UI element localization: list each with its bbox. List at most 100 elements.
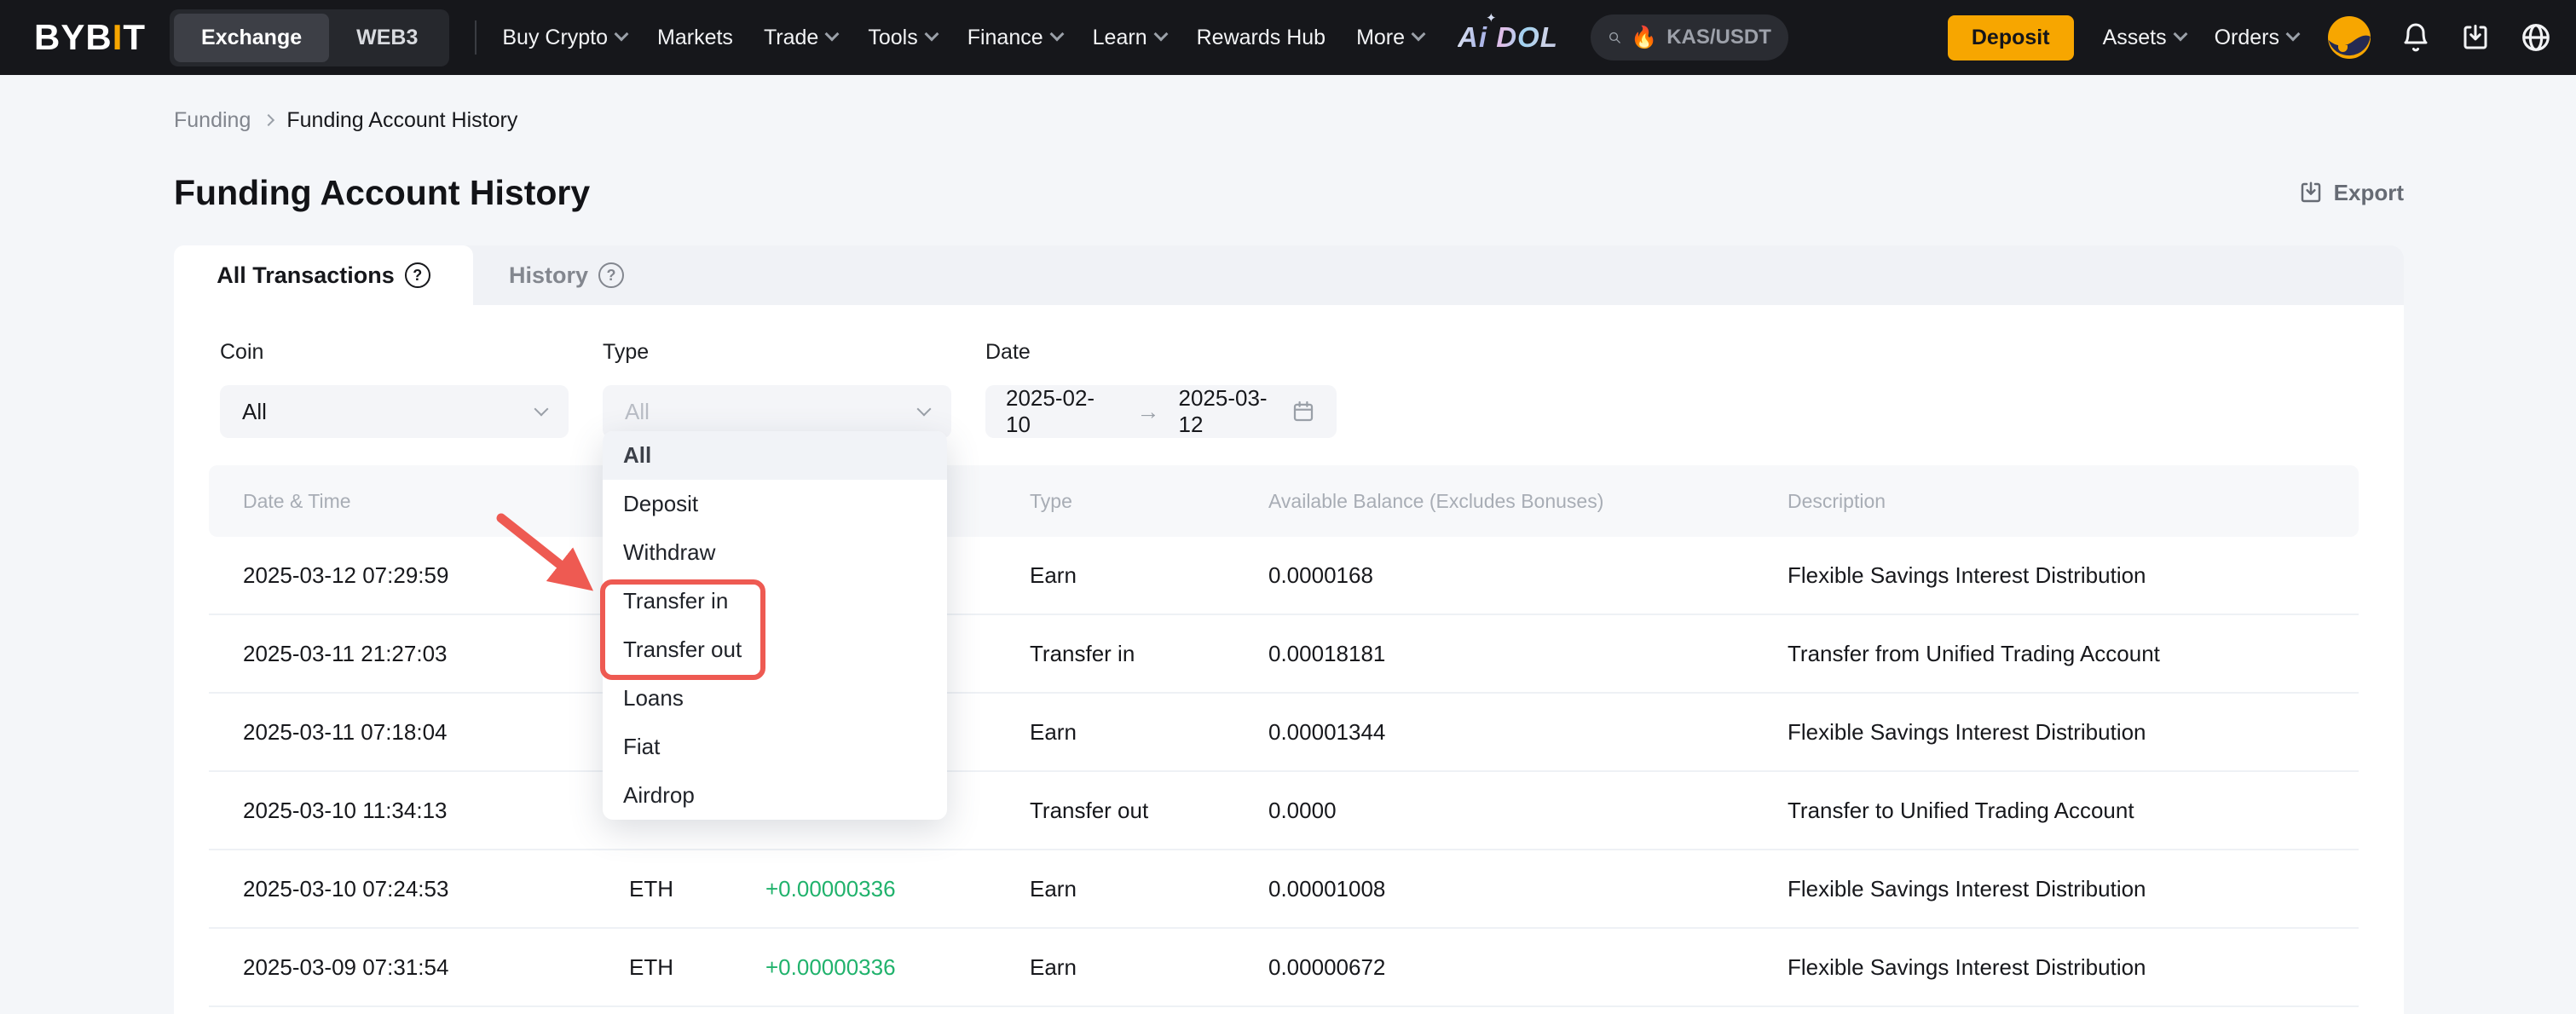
orders-menu[interactable]: Orders bbox=[2215, 26, 2298, 50]
header-type: Type bbox=[1030, 490, 1268, 513]
dropdown-option-deposit[interactable]: Deposit bbox=[603, 480, 947, 528]
nav-link-trade[interactable]: Trade bbox=[764, 26, 837, 50]
dropdown-option-airdrop[interactable]: Airdrop bbox=[603, 771, 947, 820]
dropdown-option-fiat[interactable]: Fiat bbox=[603, 723, 947, 771]
table-row: 2025-03-10 07:24:53 ETH +0.00000336 Earn… bbox=[209, 850, 2359, 929]
cell-balance: 0.0000168 bbox=[1268, 562, 1788, 589]
cell-description: Transfer from Unified Trading Account bbox=[1788, 641, 2359, 667]
table-row: 2025-03-10 11:34:13 Transfer out 0.0000 … bbox=[209, 772, 2359, 850]
cell-description: Flexible Savings Interest Distribution bbox=[1788, 719, 2359, 746]
main-nav-links: Buy Crypto Markets Trade Tools Finance L… bbox=[502, 26, 1424, 50]
cell-datetime: 2025-03-10 11:34:13 bbox=[243, 798, 629, 824]
nav-link-tools[interactable]: Tools bbox=[868, 26, 936, 50]
table-row: 2025-03-09 07:31:54 ETH +0.00000336 Earn… bbox=[209, 929, 2359, 1007]
assets-menu[interactable]: Assets bbox=[2103, 26, 2186, 50]
nav-link-learn[interactable]: Learn bbox=[1093, 26, 1166, 50]
info-icon[interactable]: ? bbox=[405, 262, 430, 288]
nav-link-finance[interactable]: Finance bbox=[967, 26, 1062, 50]
type-filter-group: Type All bbox=[603, 339, 951, 438]
type-select[interactable]: All bbox=[603, 385, 951, 438]
search-pair-label: KAS/USDT bbox=[1666, 26, 1771, 49]
header-description: Description bbox=[1788, 490, 2359, 513]
cell-amount: +0.00000336 bbox=[765, 954, 1030, 981]
nav-link-markets[interactable]: Markets bbox=[657, 26, 733, 50]
cell-coin: ETH bbox=[629, 954, 765, 981]
navbar-right: Deposit Assets Orders bbox=[1948, 15, 2552, 60]
deposit-button[interactable]: Deposit bbox=[1948, 15, 2074, 60]
table-row: 2025-03-12 07:29:59 Earn 0.0000168 Flexi… bbox=[209, 537, 2359, 615]
aidol-logo[interactable]: Ai DOL✦ bbox=[1458, 21, 1558, 54]
logo-accent: I bbox=[113, 17, 124, 57]
date-range-picker[interactable]: 2025-02-10 → 2025-03-12 bbox=[985, 385, 1337, 438]
cell-description: Flexible Savings Interest Distribution bbox=[1788, 954, 2359, 981]
dropdown-option-withdraw[interactable]: Withdraw bbox=[603, 528, 947, 577]
breadcrumb-funding[interactable]: Funding bbox=[174, 107, 251, 133]
coin-select[interactable]: All bbox=[220, 385, 569, 438]
export-icon bbox=[2298, 180, 2324, 205]
search-icon bbox=[1608, 26, 1621, 49]
star-icon: ✦ bbox=[1486, 10, 1498, 26]
chevron-down-icon bbox=[924, 27, 939, 42]
table-row: 2025-03-11 21:27:03 Transfer in 0.000181… bbox=[209, 615, 2359, 694]
mode-toggle: Exchange WEB3 bbox=[170, 9, 449, 66]
type-dropdown-menu: All Deposit Withdraw Transfer in Transfe… bbox=[603, 431, 947, 820]
flame-icon: 🔥 bbox=[1631, 26, 1657, 50]
date-start-value: 2025-02-10 bbox=[1006, 385, 1118, 438]
dropdown-option-all[interactable]: All bbox=[603, 431, 947, 480]
cell-amount: +0.00000336 bbox=[765, 876, 1030, 902]
range-arrow-icon: → bbox=[1137, 399, 1160, 425]
type-select-value: All bbox=[625, 399, 919, 425]
history-card: All Transactions ? History ? Coin All Ty… bbox=[174, 245, 2404, 1014]
chevron-down-icon bbox=[2173, 27, 2187, 42]
chevron-down-icon bbox=[534, 402, 549, 417]
chevron-down-icon bbox=[1049, 27, 1064, 42]
cell-description: Flexible Savings Interest Distribution bbox=[1788, 562, 2359, 589]
notification-bell-icon[interactable] bbox=[2400, 21, 2431, 54]
table-row: 2025-03-11 07:18:04 Earn 0.00001344 Flex… bbox=[209, 694, 2359, 772]
cell-type: Earn bbox=[1030, 719, 1268, 746]
tab-bar: All Transactions ? History ? bbox=[174, 245, 2404, 305]
cell-datetime: 2025-03-11 07:18:04 bbox=[243, 719, 629, 746]
dropdown-option-loans[interactable]: Loans bbox=[603, 674, 947, 723]
cell-datetime: 2025-03-09 07:31:54 bbox=[243, 954, 629, 981]
dropdown-option-transfer-out[interactable]: Transfer out bbox=[603, 625, 947, 674]
search-input[interactable]: 🔥 KAS/USDT bbox=[1591, 14, 1788, 60]
info-icon[interactable]: ? bbox=[598, 262, 624, 288]
breadcrumb-current: Funding Account History bbox=[286, 107, 517, 133]
avatar[interactable] bbox=[2327, 15, 2371, 60]
tab-history[interactable]: History ? bbox=[473, 245, 624, 305]
date-end-value: 2025-03-12 bbox=[1179, 385, 1291, 438]
toggle-exchange[interactable]: Exchange bbox=[174, 14, 329, 62]
cell-datetime: 2025-03-12 07:29:59 bbox=[243, 562, 629, 589]
bybit-logo[interactable]: BYBIT bbox=[34, 17, 146, 58]
coin-filter-label: Coin bbox=[220, 339, 569, 365]
cell-type: Earn bbox=[1030, 562, 1268, 589]
coin-filter-group: Coin All bbox=[220, 339, 569, 438]
chevron-down-icon bbox=[1412, 27, 1426, 42]
globe-icon[interactable] bbox=[2520, 21, 2552, 54]
header-date-time: Date & Time bbox=[243, 490, 629, 513]
nav-link-buy-crypto[interactable]: Buy Crypto bbox=[502, 26, 627, 50]
cell-datetime: 2025-03-11 21:27:03 bbox=[243, 641, 629, 667]
nav-link-more[interactable]: More bbox=[1356, 26, 1424, 50]
tab-all-transactions[interactable]: All Transactions ? bbox=[174, 245, 473, 305]
type-filter-label: Type bbox=[603, 339, 951, 365]
cell-balance: 0.00000672 bbox=[1268, 954, 1788, 981]
download-icon[interactable] bbox=[2460, 22, 2491, 53]
cell-type: Earn bbox=[1030, 954, 1268, 981]
chevron-down-icon bbox=[2286, 27, 2301, 42]
cell-balance: 0.00001008 bbox=[1268, 876, 1788, 902]
transactions-table: Date & Time Type Available Balance (Excl… bbox=[209, 465, 2359, 1007]
chevron-down-icon bbox=[917, 402, 932, 417]
date-filter-label: Date bbox=[985, 339, 1337, 365]
dropdown-option-transfer-in[interactable]: Transfer in bbox=[603, 577, 947, 625]
breadcrumb: Funding Funding Account History bbox=[174, 107, 2576, 133]
cell-type: Transfer in bbox=[1030, 641, 1268, 667]
logo-text: BYB bbox=[34, 17, 113, 57]
table-header-row: Date & Time Type Available Balance (Excl… bbox=[209, 465, 2359, 537]
cell-description: Transfer to Unified Trading Account bbox=[1788, 798, 2359, 824]
nav-link-rewards-hub[interactable]: Rewards Hub bbox=[1197, 26, 1326, 50]
toggle-web3[interactable]: WEB3 bbox=[329, 14, 445, 62]
chevron-right-icon bbox=[263, 114, 274, 126]
export-button[interactable]: Export bbox=[2298, 180, 2404, 206]
